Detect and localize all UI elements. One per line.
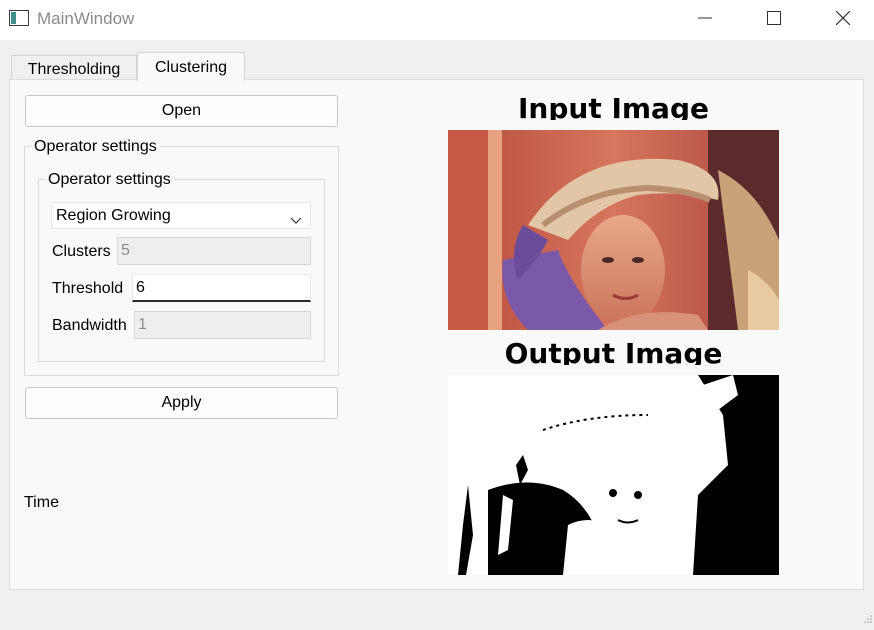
operator-settings-group-title: Operator settings	[31, 138, 160, 156]
apply-button[interactable]: Apply	[25, 387, 338, 419]
minimize-button[interactable]	[682, 0, 728, 36]
tab-thresholding[interactable]: Thresholding	[11, 55, 137, 80]
output-image	[448, 375, 779, 575]
clusters-field[interactable]: 5	[117, 237, 311, 265]
close-button[interactable]	[820, 0, 866, 36]
time-label: Time	[24, 494, 59, 511]
output-image-title: Output Image	[504, 338, 723, 365]
tab-clustering[interactable]: Clustering	[137, 52, 245, 81]
input-image-title: Input Image	[518, 93, 709, 120]
close-icon	[836, 11, 850, 25]
threshold-label: Threshold	[52, 280, 124, 297]
minimize-icon	[698, 17, 712, 19]
chevron-down-icon	[290, 212, 302, 230]
maximize-icon	[767, 11, 781, 25]
title-bar: MainWindow	[0, 0, 874, 40]
method-combobox[interactable]: Region Growing	[51, 202, 311, 229]
bandwidth-field[interactable]: 1	[134, 311, 311, 339]
operator-settings-inner-group-title: Operator settings	[45, 171, 174, 189]
method-combobox-value: Region Growing	[56, 207, 171, 224]
threshold-field[interactable]: 6	[132, 274, 311, 302]
window-title: MainWindow	[37, 9, 135, 28]
bandwidth-label: Bandwidth	[52, 317, 127, 334]
input-image	[448, 130, 779, 330]
maximize-button[interactable]	[751, 0, 797, 36]
resize-grip-icon[interactable]	[864, 610, 872, 628]
open-button[interactable]: Open	[25, 95, 338, 127]
window-app-icon	[9, 10, 29, 26]
clusters-label: Clusters	[52, 243, 111, 260]
